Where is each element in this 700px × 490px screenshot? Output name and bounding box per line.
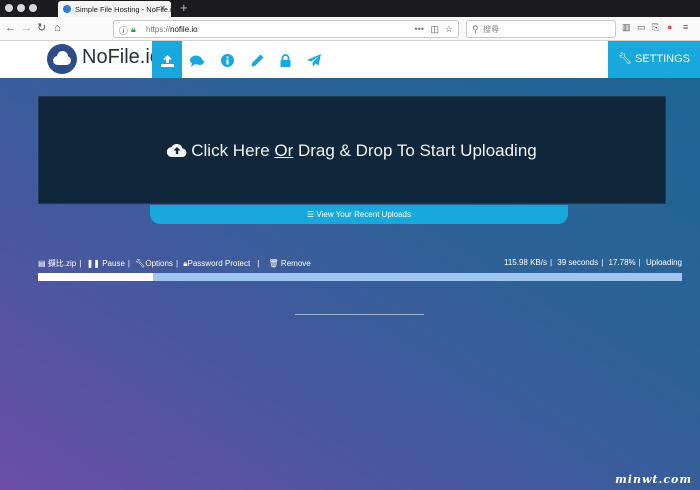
search-icon: ⚲ <box>472 24 479 34</box>
forward-icon[interactable]: → <box>21 21 32 35</box>
address-bar[interactable]: ⓘ 🔒︎ https://nofile.io ••• ◫ ☆ <box>113 20 459 38</box>
nav-upload-icon[interactable] <box>152 41 182 78</box>
upload-stats: 115.98 KB/s | 39 seconds | 17.78% | Uploadi… <box>503 258 682 267</box>
upload-percent: 17.78% <box>608 258 636 267</box>
search-box[interactable]: ⚲ <box>466 20 616 38</box>
nav-pencil-icon[interactable] <box>242 41 272 78</box>
nofile-site: NoFile.io 🔧︎ SETTINGS Click Here Or Drag… <box>0 41 700 490</box>
upload-file-row: ▤ 擷比.zip | ❚❚ Pause | 🔧︎Options | 🔒︎Passwor… <box>38 258 682 269</box>
file-name: 擷比.zip <box>47 259 77 268</box>
lock-icon: 🔒︎ <box>131 24 136 34</box>
settings-button[interactable]: 🔧︎ SETTINGS <box>608 41 700 78</box>
window-close-dot[interactable] <box>5 4 13 12</box>
upload-progress-bar <box>38 273 682 281</box>
cloud-upload-icon <box>167 144 187 157</box>
reload-icon[interactable]: ↻ <box>37 21 46 35</box>
search-input[interactable] <box>483 23 611 35</box>
view-recent-uploads-button[interactable]: ☰ View Your Recent Uploads <box>150 205 568 224</box>
site-header: NoFile.io 🔧︎ SETTINGS <box>0 41 700 78</box>
info-circle-icon[interactable]: ⓘ <box>119 24 128 37</box>
tab-close-icon[interactable]: ✕ <box>159 4 166 13</box>
divider-line <box>295 314 424 315</box>
bookmark-star-icon[interactable]: ☆ <box>445 24 453 35</box>
favicon-icon <box>63 5 71 13</box>
nav-info-icon[interactable] <box>212 41 242 78</box>
cloud-logo-icon[interactable] <box>47 44 77 74</box>
remove-button[interactable]: 🗑︎ Remove <box>269 259 311 268</box>
upload-status: Uploading <box>645 258 682 267</box>
new-tab-button[interactable]: + <box>180 1 188 15</box>
upload-progress-fill <box>38 273 153 281</box>
window-zoom-dot[interactable] <box>29 4 37 12</box>
list-icon: ☰ <box>307 210 315 219</box>
page-actions-icon[interactable]: ••• <box>415 24 424 34</box>
upload-prompt: Click Here Or Drag & Drop To Start Uploa… <box>39 141 665 161</box>
upload-speed: 115.98 KB/s <box>503 258 547 267</box>
browser-tab-strip: Simple File Hosting - NoFile.io ✕ + <box>0 0 700 17</box>
pause-icon: ❚❚ <box>86 259 100 268</box>
settings-label: SETTINGS <box>635 53 691 65</box>
wrench-icon: 🔧︎ <box>135 259 146 268</box>
sidebar-icon[interactable]: ▭ <box>637 22 646 33</box>
extension-icon[interactable]: ● <box>667 22 672 32</box>
upload-dropzone[interactable]: Click Here Or Drag & Drop To Start Uploa… <box>38 96 666 204</box>
home-icon[interactable]: ⌂ <box>54 21 61 35</box>
nav-paper-plane-icon[interactable] <box>299 41 329 78</box>
pocket-icon[interactable]: ◫ <box>430 24 439 35</box>
password-protect-button[interactable]: 🔒︎Password Protect <box>183 259 250 269</box>
trash-icon: 🗑︎ <box>268 259 279 268</box>
screenshot-icon[interactable]: ⎘ <box>652 22 659 33</box>
browser-tab[interactable]: Simple File Hosting - NoFile.io ✕ <box>58 1 176 17</box>
file-icon: ▤ <box>38 259 46 268</box>
url-text: https://nofile.io <box>146 25 198 34</box>
site-logo-text[interactable]: NoFile.io <box>82 46 161 69</box>
wrench-icon: 🔧︎ <box>617 53 632 65</box>
options-button[interactable]: 🔧︎Options <box>135 259 173 268</box>
time-remaining: 39 seconds <box>557 258 599 267</box>
watermark: minwt.com <box>615 473 692 486</box>
library-icon[interactable]: ▥ <box>622 22 631 33</box>
nav-lock-icon[interactable] <box>270 41 300 78</box>
pause-button[interactable]: ❚❚ Pause <box>87 259 125 268</box>
nav-chat-icon[interactable] <box>182 41 212 78</box>
recent-uploads-label: View Your Recent Uploads <box>316 210 411 219</box>
menu-icon[interactable]: ≡ <box>683 22 688 32</box>
browser-nav-bar: ← → ↻ ⌂ ⓘ 🔒︎ https://nofile.io ••• ◫ ☆ ⚲… <box>0 17 700 41</box>
window-minimize-dot[interactable] <box>17 4 25 12</box>
back-icon[interactable]: ← <box>5 21 16 35</box>
